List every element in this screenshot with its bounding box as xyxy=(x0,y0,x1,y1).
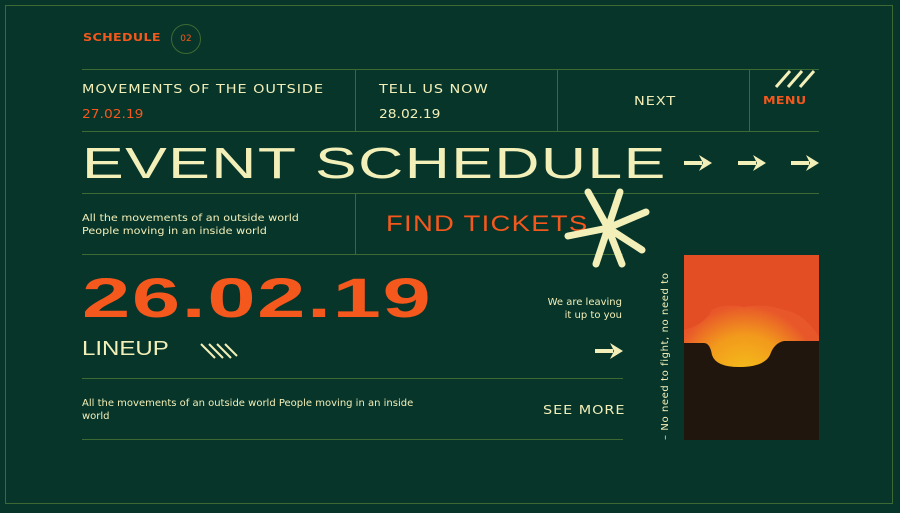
intro-line: All the movements of an outside world xyxy=(82,213,299,224)
event-date: 26.02.19 xyxy=(82,266,433,329)
sunset-illustration xyxy=(684,255,819,440)
divider xyxy=(355,69,356,131)
side-text-line: it up to you xyxy=(564,310,622,321)
intro-line: People moving in an inside world xyxy=(82,226,267,237)
divider xyxy=(82,378,623,379)
section-label: SCHEDULE xyxy=(83,31,161,44)
nav-item-title: MOVEMENTS OF THE OUTSIDE xyxy=(82,82,325,96)
nav-item-date: 27.02.19 xyxy=(82,107,144,121)
side-text-line: We are leaving xyxy=(547,297,622,308)
nav-item-movements[interactable]: MOVEMENTS OF THE OUTSIDE 27.02.19 xyxy=(82,80,342,124)
asterisk-doodle-icon xyxy=(564,188,650,268)
sunset-photo xyxy=(684,255,819,440)
nav-item-date: 28.02.19 xyxy=(379,107,441,121)
divider xyxy=(82,439,623,440)
menu-stripes-icon xyxy=(774,70,816,88)
intro-text: All the movements of an outside world Pe… xyxy=(82,212,299,238)
lineup-stripes-icon xyxy=(200,343,238,359)
nav-item-title: TELL US NOW xyxy=(379,82,489,96)
divider xyxy=(82,69,819,70)
section-number-badge: 02 xyxy=(171,24,201,54)
divider xyxy=(557,69,558,131)
next-button[interactable]: NEXT xyxy=(634,94,676,108)
lineup-label: LINEUP xyxy=(82,338,169,360)
arrow-right-icon[interactable] xyxy=(738,155,766,171)
find-tickets-button[interactable]: FIND TICKETS xyxy=(386,211,588,237)
arrow-right-icon[interactable] xyxy=(684,155,712,171)
divider xyxy=(82,254,623,255)
arrow-right-icon[interactable] xyxy=(595,343,623,359)
nav-item-tell-us[interactable]: TELL US NOW 28.02.19 xyxy=(379,80,539,124)
side-text: We are leaving it up to you xyxy=(500,296,622,322)
divider xyxy=(749,69,750,131)
vertical-quote: – No need to fight, no need to xyxy=(660,272,671,440)
see-more-button[interactable]: SEE MORE xyxy=(543,403,625,417)
event-description: All the movements of an outside world Pe… xyxy=(82,398,414,422)
arrow-right-icon[interactable] xyxy=(791,155,819,171)
divider xyxy=(355,193,356,254)
divider xyxy=(82,193,819,194)
menu-label: MENU xyxy=(763,94,807,107)
menu-button[interactable]: MENU xyxy=(760,68,820,112)
divider xyxy=(82,131,819,132)
lineup-link[interactable]: LINEUP xyxy=(82,338,242,364)
